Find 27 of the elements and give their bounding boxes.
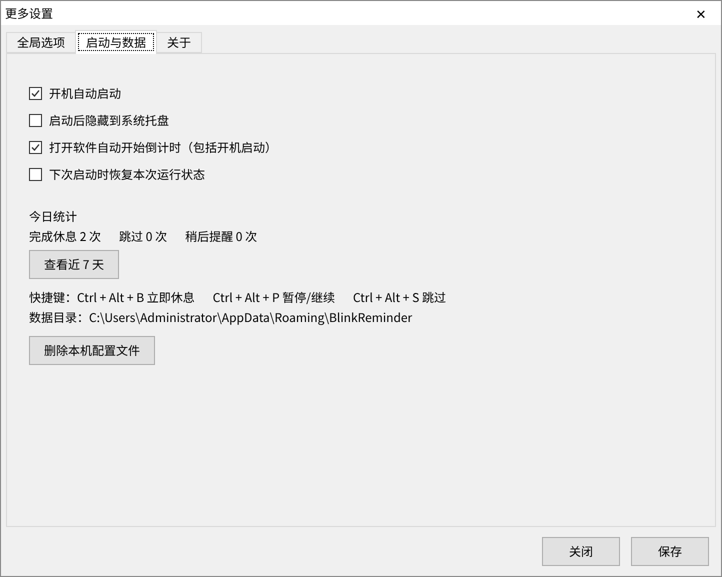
checkbox[interactable] bbox=[29, 141, 42, 154]
stat-text: 完成休息 2 次 bbox=[29, 228, 102, 244]
dialog-button[interactable]: 保存 bbox=[631, 537, 709, 566]
option-label: 开机自动启动 bbox=[49, 85, 122, 102]
close-button[interactable]: ✕ bbox=[681, 1, 721, 25]
checkbox[interactable] bbox=[29, 168, 42, 181]
tab[interactable]: 关于 bbox=[156, 32, 202, 53]
view-7-days-button[interactable]: 查看近 7 天 bbox=[29, 250, 120, 279]
data-dir-label: 数据目录： bbox=[29, 308, 90, 326]
tab[interactable]: 全局选项 bbox=[6, 32, 76, 53]
delete-config-button[interactable]: 删除本机配置文件 bbox=[29, 336, 156, 365]
option-label: 启动后隐藏到系统托盘 bbox=[49, 112, 170, 129]
hotkey-text: Ctrl + Alt + S 跳过 bbox=[352, 288, 446, 306]
checkbox[interactable] bbox=[29, 114, 42, 127]
option-label: 打开软件自动开始倒计时（包括开机启动） bbox=[49, 139, 278, 156]
dialog-button[interactable]: 关闭 bbox=[542, 537, 620, 566]
data-dir-path: C:\Users\Administrator\AppData\Roaming\BlinkReminder bbox=[89, 308, 412, 326]
window-title: 更多设置 bbox=[5, 4, 54, 22]
hotkeys-label: 快捷键： bbox=[29, 288, 78, 306]
option-label: 下次启动时恢复本次运行状态 bbox=[49, 166, 206, 183]
section-title: 今日统计 bbox=[29, 208, 78, 224]
checkbox[interactable] bbox=[29, 87, 42, 100]
stat-text: 稍后提醒 0 次 bbox=[185, 228, 258, 244]
stat-text: 跳过 0 次 bbox=[119, 228, 168, 244]
hotkey-text: Ctrl + Alt + P 暂停/继续 bbox=[212, 288, 335, 306]
hotkey-text: Ctrl + Alt + B 立即休息 bbox=[77, 288, 195, 306]
tab[interactable]: 启动与数据 bbox=[75, 30, 158, 54]
